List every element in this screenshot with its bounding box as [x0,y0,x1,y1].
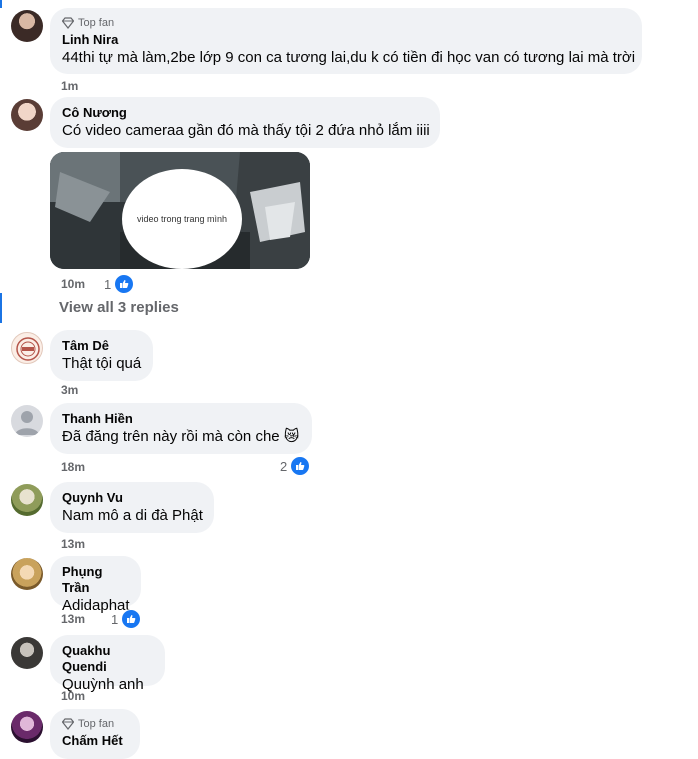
avatar[interactable] [11,484,43,516]
top-fan-badge: Top fan [62,16,630,30]
like-count-value: 1 [104,276,112,292]
comment-text: Đã đăng trên này rồi mà còn che 😿 [62,428,300,445]
comment-time[interactable]: 10m [61,277,85,291]
like-count[interactable]: 1 [111,609,142,629]
author-name[interactable]: Phụng Trần [62,564,129,596]
author-name[interactable]: Linh Nira [62,32,630,48]
like-count-value: 2 [280,458,288,474]
thread-line-replies [0,293,2,323]
avatar[interactable] [11,558,43,590]
author-name[interactable]: Quakhu Quendi [62,643,153,675]
avatar[interactable] [11,10,43,42]
avatar-seal-graphic [16,337,40,361]
avatar[interactable] [11,711,43,743]
diamond-icon [62,17,74,29]
comment-bubble: Quynh Vu Nam mô a di đà Phật [50,482,214,533]
author-name[interactable]: Chấm Hết [62,733,128,749]
comment-time[interactable]: 3m [61,383,78,397]
comment-bubble: Top fan Chấm Hết [50,709,140,759]
avatar[interactable] [11,332,43,364]
comment-bubble: Cô Nương Có video cameraa gần đó mà thấy… [50,97,440,148]
badge-label: Top fan [78,17,115,29]
comment-text: Có video cameraa gần đó mà thấy tội 2 đứ… [62,122,430,139]
comment-time[interactable]: 13m [61,537,85,551]
comment-bubble: Top fan Linh Nira 44thi tự mà làm,2be lớ… [50,8,642,74]
like-count[interactable]: 1 [104,274,135,294]
comment-time[interactable]: 18m [61,460,85,474]
comment-time[interactable]: 10m [61,689,85,703]
comment-time[interactable]: 13m [61,612,85,626]
diamond-icon [62,718,74,730]
comment-text: 44thi tự mà làm,2be lớp 9 con ca tương l… [62,49,636,66]
top-fan-badge: Top fan [62,717,128,731]
comment-bubble: Tâm Dê Thật tội quá [50,330,153,381]
media-caption: video trong trang mình [122,169,242,269]
thumbs-up-icon [121,609,142,629]
avatar[interactable] [11,637,43,669]
badge-label: Top fan [78,718,115,730]
avatar[interactable] [11,99,43,131]
thumbs-up-icon [290,456,311,476]
comment-bubble: Phụng Trần Adidaphat [50,556,141,614]
like-count-value: 1 [111,611,119,627]
thumbs-up-icon [114,274,135,294]
comment-text: Nam mô a di đà Phật [62,507,203,524]
author-name[interactable]: Thanh Hiền [62,411,300,427]
comment-text: Thật tội quá [62,355,142,372]
like-count[interactable]: 2 [280,456,311,476]
comment-media-thumbnail[interactable]: video trong trang mình [50,152,310,269]
author-name[interactable]: Cô Nương [62,105,428,121]
view-all-replies-link[interactable]: View all 3 replies [59,299,179,316]
comment-bubble: Thanh Hiền Đã đăng trên này rồi mà còn c… [50,403,312,454]
author-name[interactable]: Quynh Vu [62,490,202,506]
comment-bubble: Quakhu Quendi Quuỳnh anh [50,635,165,693]
author-name[interactable]: Tâm Dê [62,338,141,354]
thread-line-top [0,0,2,8]
comment-time[interactable]: 1m [61,79,78,93]
default-avatar-icon[interactable] [11,405,43,437]
